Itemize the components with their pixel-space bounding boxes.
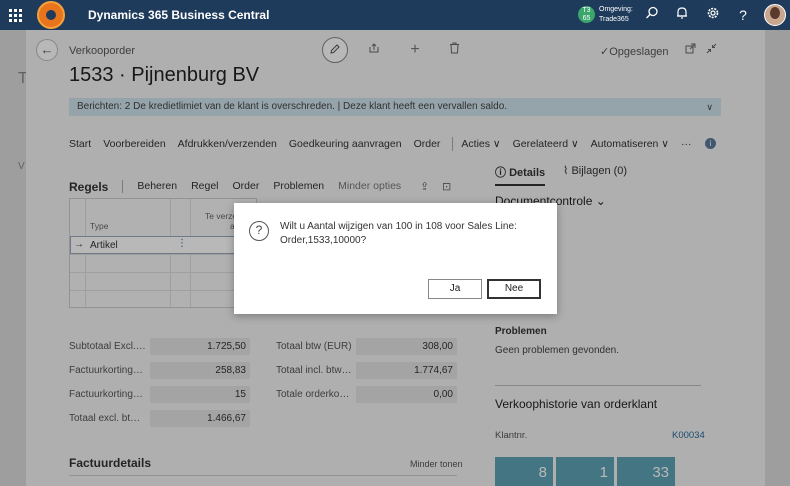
tab-details[interactable]: ⓘ Details — [495, 164, 546, 186]
paperclip-icon: ⌇ — [563, 165, 569, 177]
total-order-cost-value: 0,00 — [356, 386, 457, 403]
total-incl-value: 1.774,67 — [356, 362, 457, 379]
menu-start[interactable]: Start — [69, 138, 91, 150]
app-logo — [37, 1, 65, 29]
sales-history-title: Verkoophistorie van orderklant — [495, 397, 658, 411]
chevron-down-icon: ⌄ — [595, 194, 606, 208]
expand-icon[interactable]: ⊡ — [442, 180, 451, 193]
confirm-dialog: ? Wilt u Aantal wijzigen van 100 in 108 … — [234, 203, 557, 314]
invoice-divider — [69, 475, 457, 476]
environment-label[interactable]: Omgeving: Trade365 — [599, 5, 633, 25]
row-menu-icon[interactable]: ⋮ — [177, 238, 187, 249]
question-icon: ? — [249, 221, 269, 241]
add-icon[interactable]: + — [402, 37, 428, 63]
yes-button[interactable]: Ja — [428, 279, 482, 299]
help-icon[interactable]: ? — [734, 6, 752, 24]
page-title: 1533 · Pijnenburg BV — [69, 64, 260, 86]
history-tile-1[interactable]: 8 — [495, 457, 553, 486]
column-type: Type — [90, 221, 109, 231]
action-menu: Start Voorbereiden Afdrukken/verzenden G… — [69, 137, 703, 151]
tab-attachments[interactable]: ⌇ Bijlagen (0) — [563, 164, 627, 177]
row-arrow-icon: → — [74, 239, 84, 250]
edit-icon[interactable] — [322, 37, 348, 63]
total-excl-value: 1.466,67 — [150, 410, 250, 427]
menu-request-approval[interactable]: Goedkeuring aanvragen — [289, 138, 402, 150]
saved-status: ✓Opgeslagen — [600, 46, 669, 58]
table-row[interactable] — [70, 290, 257, 308]
menu-divider — [452, 137, 454, 151]
notification-text: Berichten: 2 De kredietlimiet van de kla… — [77, 101, 508, 112]
side-divider — [495, 385, 701, 386]
search-icon[interactable] — [643, 6, 661, 24]
lines-order[interactable]: Order — [233, 180, 260, 194]
customer-no-link[interactable]: K00034 — [672, 430, 705, 441]
waffle-icon[interactable] — [0, 0, 30, 30]
problems-title: Problemen — [495, 326, 547, 337]
customer-no-label: Klantnr. — [495, 430, 528, 441]
invoice-discount-pct-value[interactable]: 15 — [150, 386, 250, 403]
share-icon[interactable] — [361, 37, 387, 63]
invoice-discount-value[interactable]: 258,83 — [150, 362, 250, 379]
back-icon[interactable]: ← — [36, 39, 58, 61]
collapse-icon[interactable] — [698, 37, 724, 63]
total-incl-label: Totaal incl. btw… — [276, 365, 352, 376]
table-row[interactable] — [70, 254, 257, 272]
check-icon: ✓ — [600, 46, 610, 58]
bell-icon[interactable] — [673, 6, 691, 24]
lines-fewer-options[interactable]: Minder opties — [338, 180, 401, 194]
lines-toolbar: Regels Beheren Regel Order Problemen Min… — [69, 180, 415, 194]
lines-grid: Type Te verzen... a... → Artikel ⋮ — [69, 198, 257, 309]
lines-title: Regels — [69, 180, 109, 194]
total-vat-value: 308,00 — [356, 338, 457, 355]
gear-icon[interactable] — [704, 6, 722, 24]
menu-actions[interactable]: Acties ∨ — [461, 138, 500, 150]
problems-text: Geen problemen gevonden. — [495, 345, 619, 356]
lines-manage[interactable]: Beheren — [137, 180, 177, 194]
lines-line[interactable]: Regel — [191, 180, 218, 194]
info-icon[interactable]: i — [705, 138, 716, 149]
avatar[interactable] — [764, 4, 786, 26]
notification-bar[interactable]: Berichten: 2 De kredietlimiet van de kla… — [69, 98, 721, 116]
subtotal-label: Subtotaal Excl.… — [69, 341, 146, 352]
table-row[interactable]: → Artikel ⋮ — [70, 236, 257, 254]
total-excl-label: Totaal excl. bt… — [69, 413, 141, 424]
menu-automate[interactable]: Automatiseren ∨ — [591, 138, 669, 150]
show-less-link[interactable]: Minder tonen — [410, 459, 463, 469]
invoice-details-title[interactable]: Factuurdetails — [69, 456, 151, 470]
subtotal-value: 1.725,50 — [150, 338, 250, 355]
lines-problems[interactable]: Problemen — [273, 180, 324, 194]
app-title[interactable]: Dynamics 365 Business Central — [88, 8, 269, 22]
dialog-message: Wilt u Aantal wijzigen van 100 in 108 vo… — [280, 221, 517, 246]
total-order-cost-label: Totale orderko… — [276, 389, 350, 400]
info-circle-icon: ⓘ — [495, 167, 506, 179]
menu-prepare[interactable]: Voorbereiden — [103, 138, 165, 150]
menu-order[interactable]: Order — [414, 138, 441, 150]
history-tile-2[interactable]: 1 — [556, 457, 614, 486]
top-bar: Dynamics 365 Business Central T3 65 Omge… — [0, 0, 790, 30]
menu-print-send[interactable]: Afdrukken/verzenden — [178, 138, 277, 150]
menu-related[interactable]: Gerelateerd ∨ — [513, 138, 579, 150]
invoice-discount-pct-label: Factuurkorting… — [69, 389, 143, 400]
environment-badge: T3 65 — [578, 6, 595, 23]
history-tile-3[interactable]: 33 — [617, 457, 675, 486]
background-label: V — [18, 161, 25, 172]
share-icon[interactable]: ⇪ — [420, 180, 429, 193]
total-vat-label: Totaal btw (EUR) — [276, 341, 352, 352]
no-button[interactable]: Nee — [487, 279, 541, 299]
lines-divider — [122, 180, 124, 193]
invoice-discount-label: Factuurkorting… — [69, 365, 143, 376]
delete-icon[interactable] — [441, 37, 467, 63]
row-type: Artikel — [90, 240, 118, 251]
chevron-down-icon[interactable]: ∨ — [706, 98, 713, 116]
menu-more[interactable]: ··· — [681, 138, 692, 150]
table-row[interactable] — [70, 272, 257, 290]
page-kind: Verkooporder — [69, 45, 136, 57]
